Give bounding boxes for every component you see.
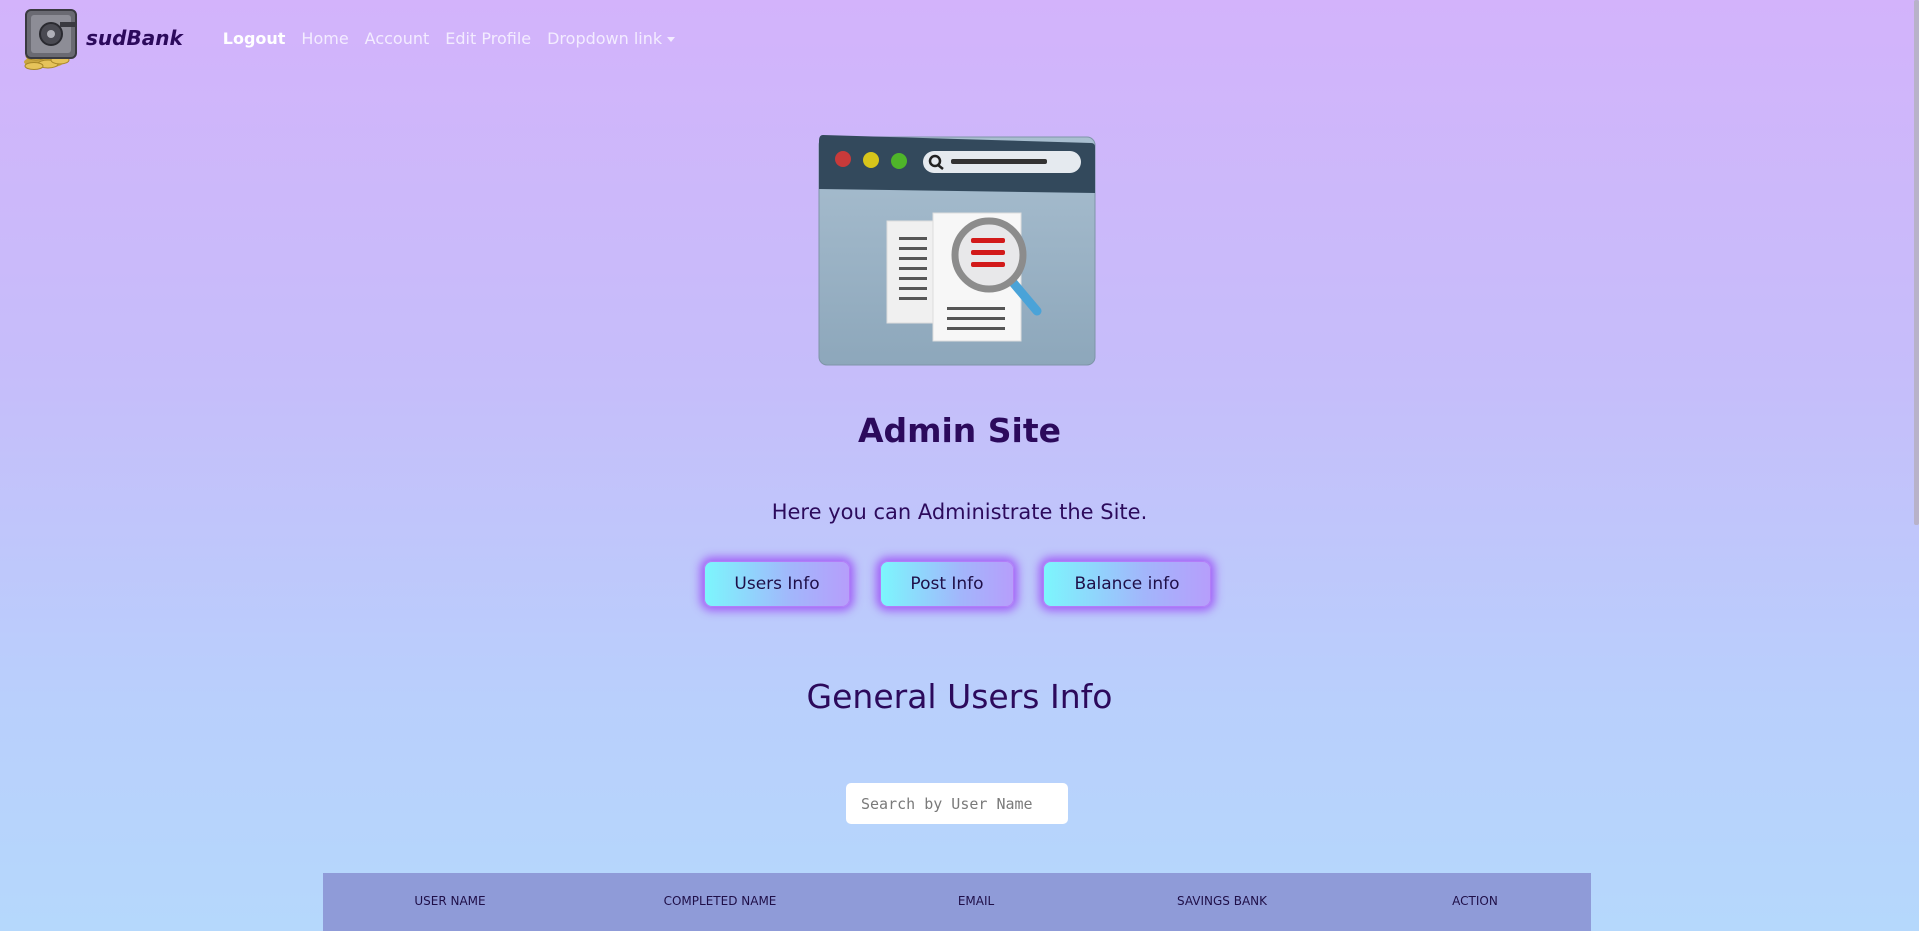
chevron-down-icon xyxy=(667,36,676,42)
navbar: sudBank Logout Home Account Edit Profile… xyxy=(0,0,1919,78)
brand-name: sudBank xyxy=(86,26,183,50)
page-scrollbar[interactable] xyxy=(1914,0,1919,525)
nav-home[interactable]: Home xyxy=(301,29,348,48)
column-header-user-name[interactable]: USER NAME xyxy=(370,894,530,908)
search-input[interactable] xyxy=(846,783,1068,824)
page-subtitle: Here you can Administrate the Site. xyxy=(771,500,1148,524)
hero-illustration xyxy=(817,133,1099,368)
page-title: Admin Site xyxy=(857,411,1062,450)
nav-dropdown-label: Dropdown link xyxy=(547,28,663,48)
column-header-action[interactable]: ACTION xyxy=(1395,894,1555,908)
nav-edit-profile[interactable]: Edit Profile xyxy=(445,29,531,48)
column-header-completed-name[interactable]: COMPLETED NAME xyxy=(640,894,800,908)
section-title: General Users Info xyxy=(806,677,1113,716)
column-header-savings-bank[interactable]: SAVINGS BANK xyxy=(1142,894,1302,908)
safe-logo-icon xyxy=(14,4,88,74)
brand[interactable]: sudBank xyxy=(14,4,183,74)
users-info-button[interactable]: Users Info xyxy=(704,561,850,607)
nav-account[interactable]: Account xyxy=(365,29,430,48)
users-table-header: USER NAME COMPLETED NAME EMAIL SAVINGS B… xyxy=(323,873,1591,931)
column-header-email[interactable]: EMAIL xyxy=(896,894,1056,908)
nav-logout[interactable]: Logout xyxy=(223,29,286,48)
nav-links: Logout Home Account Edit Profile Dropdow… xyxy=(223,29,691,48)
balance-info-button[interactable]: Balance info xyxy=(1043,561,1211,607)
post-info-button[interactable]: Post Info xyxy=(880,561,1014,607)
nav-dropdown[interactable]: Dropdown link xyxy=(547,28,676,48)
